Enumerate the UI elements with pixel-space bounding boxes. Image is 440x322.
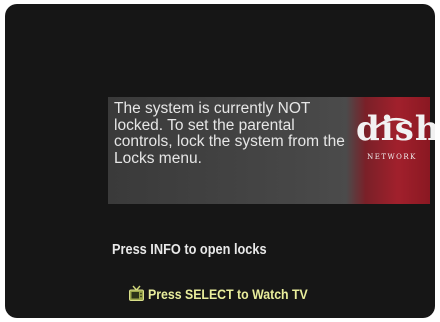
info-button-hint: Press INFO to open locks	[112, 242, 267, 258]
dish-network-logo: dish NETWORK	[352, 109, 435, 179]
lock-status-dialog: The system is currently NOT locked. To s…	[108, 97, 435, 204]
logo-swoosh-icon	[373, 117, 411, 130]
logo-subtitle: NETWORK	[367, 153, 417, 161]
lock-status-message: The system is currently NOT locked. To s…	[114, 100, 345, 167]
tv-icon	[129, 285, 144, 301]
tv-screen: The system is currently NOT locked. To s…	[5, 4, 435, 318]
select-button-hint: Press SELECT to Watch TV	[148, 285, 308, 302]
select-hint-row: Press SELECT to Watch TV	[128, 285, 330, 302]
